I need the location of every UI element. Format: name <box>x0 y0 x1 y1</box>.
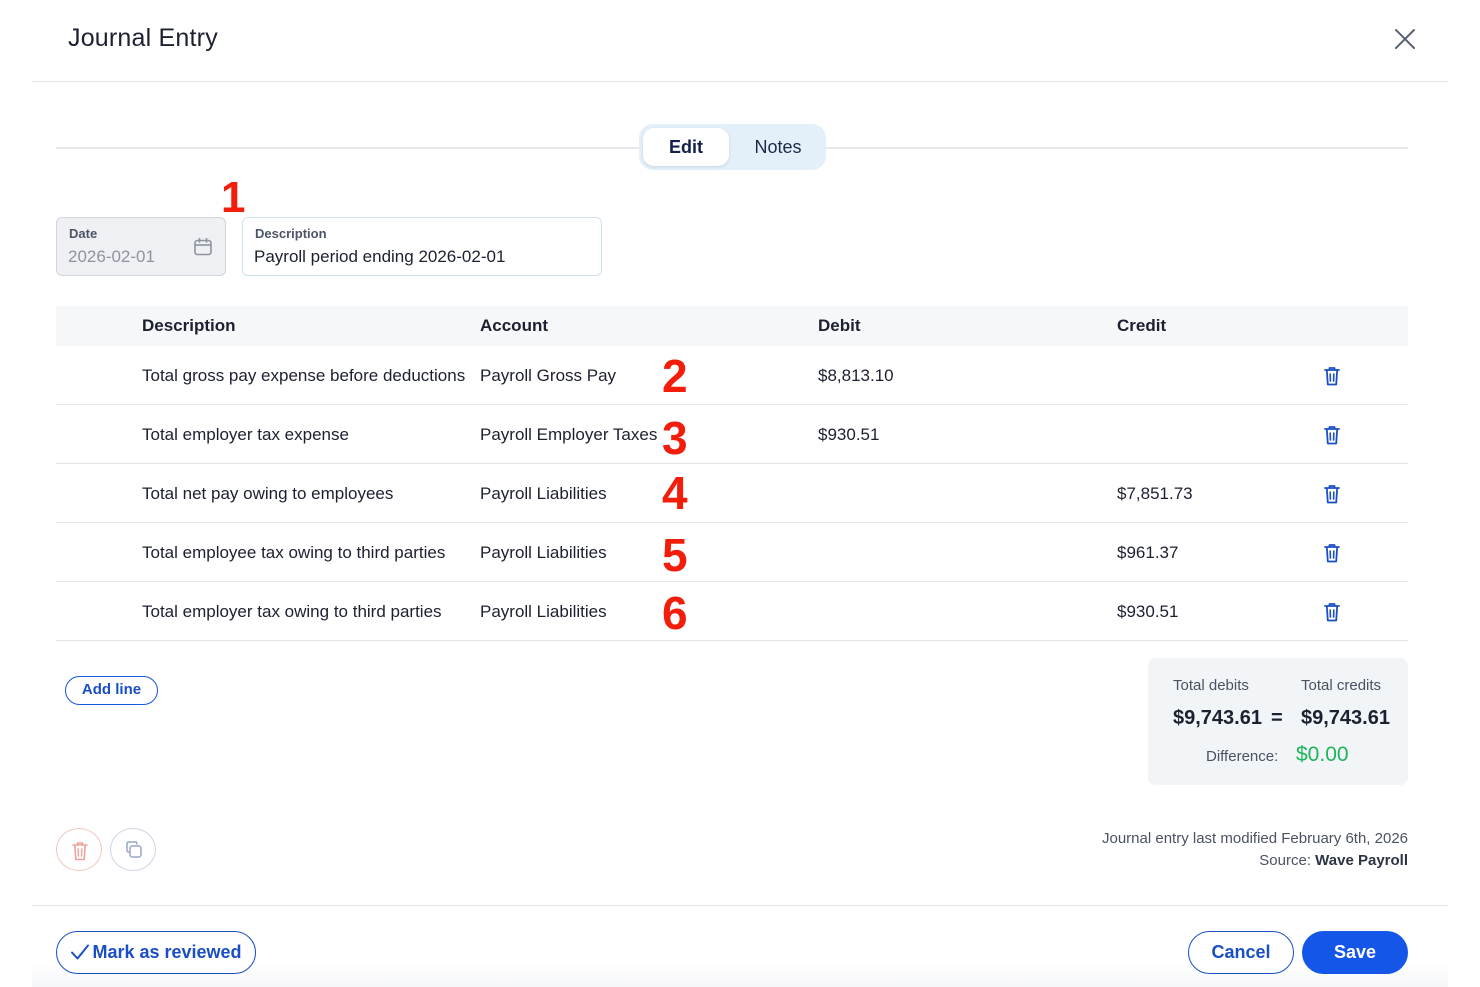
checkmark-icon <box>71 944 90 960</box>
close-button[interactable] <box>1392 26 1418 52</box>
header-description: Description <box>142 316 236 335</box>
table-header: Description Account Debit Credit <box>56 306 1408 346</box>
table-row: Total employer tax owing to third partie… <box>56 582 1408 641</box>
row-description[interactable]: Total net pay owing to employees <box>142 484 470 504</box>
duplicate-entry-button[interactable] <box>110 828 156 871</box>
modal-title: Journal Entry <box>68 24 218 52</box>
copy-icon <box>126 841 142 858</box>
difference-label: Difference: <box>1206 748 1279 765</box>
header-credit: Credit <box>1117 316 1167 335</box>
tab-notes[interactable]: Notes <box>737 128 819 166</box>
date-field[interactable]: Date 2026-02-01 <box>56 217 226 276</box>
total-credits-label: Total credits <box>1301 677 1382 694</box>
tab-edit[interactable]: Edit <box>643 128 729 166</box>
table-row: Total employer tax expense Payroll Emplo… <box>56 405 1408 464</box>
save-button[interactable]: Save <box>1302 931 1408 974</box>
header-account: Account <box>480 316 548 335</box>
totals-panel: Total debits Total credits $9,743.61 = $… <box>1148 658 1408 785</box>
row-account[interactable]: Payroll Liabilities <box>480 543 607 563</box>
date-value: 2026-02-01 <box>68 247 155 266</box>
row-description[interactable]: Total employee tax owing to third partie… <box>142 543 470 563</box>
mark-reviewed-button[interactable]: Mark as reviewed <box>56 931 256 974</box>
total-credits-value: $9,743.61 <box>1301 707 1390 729</box>
row-debit[interactable]: $8,813.10 <box>818 366 894 386</box>
delete-entry-button[interactable] <box>56 828 102 871</box>
table-row: Total employee tax owing to third partie… <box>56 523 1408 582</box>
total-debits-value: $9,743.61 <box>1173 707 1262 729</box>
mark-reviewed-label: Mark as reviewed <box>92 942 242 962</box>
source-label: Source: <box>1259 852 1311 869</box>
tab-group: Edit Notes <box>639 124 826 170</box>
header-debit: Debit <box>818 316 861 335</box>
row-debit[interactable]: $930.51 <box>818 425 879 445</box>
cancel-button[interactable]: Cancel <box>1188 931 1294 974</box>
row-description[interactable]: Total employer tax owing to third partie… <box>142 602 470 622</box>
trash-icon[interactable] <box>1322 542 1342 564</box>
row-account[interactable]: Payroll Gross Pay <box>480 366 616 386</box>
row-credit[interactable]: $961.37 <box>1117 543 1178 563</box>
source-text: Source: Wave Payroll <box>1259 852 1408 869</box>
modal-header: Journal Entry <box>32 0 1448 82</box>
row-account[interactable]: Payroll Employer Taxes <box>480 425 657 445</box>
difference-value: $0.00 <box>1296 743 1349 766</box>
calendar-icon[interactable] <box>193 237 213 257</box>
equals-sign: = <box>1271 707 1283 729</box>
total-debits-label: Total debits <box>1173 677 1249 694</box>
description-field[interactable]: Description Payroll period ending 2026-0… <box>242 217 602 276</box>
trash-icon <box>72 842 88 861</box>
source-value: Wave Payroll <box>1315 852 1408 869</box>
trash-icon[interactable] <box>1322 483 1342 505</box>
row-account[interactable]: Payroll Liabilities <box>480 484 607 504</box>
date-label: Date <box>69 226 98 241</box>
description-label: Description <box>255 226 327 241</box>
table-row: Total gross pay expense before deduction… <box>56 346 1408 405</box>
row-description[interactable]: Total employer tax expense <box>142 425 470 445</box>
close-icon <box>1395 29 1415 49</box>
trash-icon[interactable] <box>1322 601 1342 623</box>
row-description[interactable]: Total gross pay expense before deduction… <box>142 366 470 386</box>
table-row: Total net pay owing to employees Payroll… <box>56 464 1408 523</box>
annotation-marker-1: 1 <box>221 173 246 222</box>
last-modified-text: Journal entry last modified February 6th… <box>1102 830 1408 847</box>
row-credit[interactable]: $930.51 <box>1117 602 1178 622</box>
trash-icon[interactable] <box>1322 424 1342 446</box>
row-account[interactable]: Payroll Liabilities <box>480 602 607 622</box>
add-line-button[interactable]: Add line <box>65 676 158 705</box>
description-value: Payroll period ending 2026-02-01 <box>254 247 506 266</box>
row-credit[interactable]: $7,851.73 <box>1117 484 1193 504</box>
trash-icon[interactable] <box>1322 365 1342 387</box>
